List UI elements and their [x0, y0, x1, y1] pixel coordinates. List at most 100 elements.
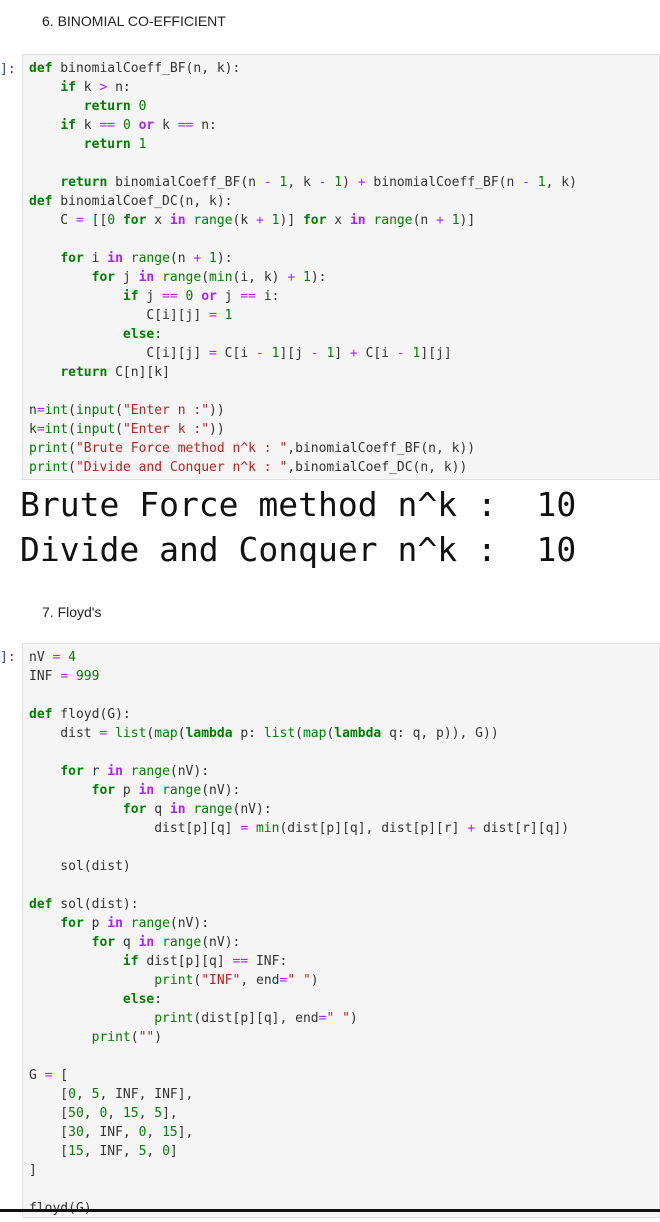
- code-token: C[i][j]: [29, 346, 210, 361]
- code-token: 1: [209, 251, 217, 266]
- code-token: =: [240, 821, 249, 836]
- code-token: -: [263, 175, 272, 190]
- code-cell-binomial[interactable]: def binomialCoeff_BF(n, k): if k > n: re…: [22, 54, 660, 480]
- code-token: x: [326, 213, 350, 228]
- code-token: def: [29, 61, 53, 76]
- code-token: if: [60, 118, 76, 133]
- code-token: in: [107, 251, 123, 266]
- code-token: dist[p][q]: [29, 821, 241, 836]
- code-token: in: [138, 270, 155, 285]
- code-token: ): [349, 1011, 358, 1026]
- code-token: ,: [138, 1106, 155, 1121]
- code-token: , INF, INF],: [99, 1087, 194, 1102]
- code-token: (: [115, 403, 123, 418]
- code-token: +: [349, 346, 358, 361]
- code-line: def binomialCoeff_BF(n, k):: [29, 59, 653, 78]
- code-token: j: [138, 289, 163, 304]
- code-token: ): [154, 1030, 163, 1045]
- code-token: +: [256, 213, 264, 228]
- code-token: =: [36, 403, 45, 418]
- code-token: binomialCoeff_BF(n: [365, 175, 523, 190]
- code-line: dist = list(map(lambda p: list(map(lambd…: [29, 724, 653, 743]
- code-token: ==: [232, 954, 249, 969]
- code-line: return C[n][k]: [29, 363, 653, 382]
- code-token: def: [29, 897, 53, 912]
- code-token: 999: [75, 669, 100, 684]
- code-token: ==: [99, 118, 116, 133]
- code-cell-floyd[interactable]: nV = 4 INF = 999 def floyd(G): dist = lis…: [22, 643, 660, 1218]
- code-line: n=int(input("Enter n :")): [29, 401, 653, 420]
- code-token: ],: [162, 1106, 178, 1121]
- code-token: ): [342, 175, 358, 190]
- code-token: for: [91, 270, 116, 285]
- code-token: 0: [68, 1087, 76, 1102]
- code-line: sol(dist): [29, 857, 653, 876]
- code-token: -: [255, 346, 264, 361]
- code-token: input: [75, 422, 116, 437]
- code-line: return 1: [29, 135, 653, 154]
- code-token: [: [29, 1087, 69, 1102]
- code-token: 1: [302, 270, 311, 285]
- code-line: [50, 0, 15, 5],: [29, 1104, 653, 1123]
- code-token: ]: [29, 1163, 37, 1178]
- code-token: (: [115, 422, 123, 437]
- code-token: p:: [232, 726, 264, 741]
- code-token: " ": [326, 1011, 350, 1026]
- code-token: "Divide and Conquer n^k : ": [75, 460, 288, 475]
- code-line: dist[p][q] = min(dist[p][q], dist[p][r] …: [29, 819, 653, 838]
- code-line: k=int(input("Enter k :")): [29, 420, 653, 439]
- code-token: q: q, p)), G)): [381, 726, 499, 741]
- code-line: if k > n:: [29, 78, 653, 97]
- code-line: print(""): [29, 1028, 653, 1047]
- code-line: return binomialCoeff_BF(n - 1, k - 1) + …: [29, 173, 653, 192]
- code-line: ]: [29, 1161, 653, 1180]
- code-token: if: [122, 289, 139, 304]
- code-token: "": [138, 1030, 155, 1045]
- code-token: (i, k): [232, 270, 288, 285]
- output-line-brute-force: Brute Force method n^k : 10: [20, 485, 577, 524]
- code-token: 15: [122, 1106, 139, 1121]
- cell-prompt: ]:: [0, 62, 16, 77]
- code-token: return: [60, 175, 108, 190]
- code-token: ]: [334, 346, 350, 361]
- code-editor-floyd[interactable]: nV = 4 INF = 999 def floyd(G): dist = lis…: [23, 644, 659, 1222]
- code-token: , end: [240, 973, 280, 988]
- code-token: "Enter k :": [122, 422, 210, 437]
- code-token: int: [44, 422, 69, 437]
- code-line: def sol(dist):: [29, 895, 653, 914]
- code-token: 1: [334, 175, 343, 190]
- code-token: print: [154, 1011, 194, 1026]
- code-token: ,: [83, 1106, 100, 1121]
- code-token: (: [177, 726, 186, 741]
- code-token: [[: [83, 213, 108, 228]
- code-line: for q in range(nV):: [29, 800, 653, 819]
- code-token: [: [52, 1068, 69, 1083]
- code-token: range: [162, 270, 202, 285]
- code-line: for p in range(nV):: [29, 914, 653, 933]
- code-token: k: [29, 422, 37, 437]
- code-token: range: [162, 935, 202, 950]
- code-editor-binomial[interactable]: def binomialCoeff_BF(n, k): if k > n: re…: [23, 55, 659, 481]
- code-token: , INF,: [83, 1125, 139, 1140]
- code-token: -: [522, 175, 530, 190]
- code-token: print: [154, 973, 194, 988]
- code-token: "Enter n :": [122, 403, 210, 418]
- code-token: )): [209, 422, 225, 437]
- code-token: nV: [29, 650, 53, 665]
- code-token: else: [122, 992, 155, 1007]
